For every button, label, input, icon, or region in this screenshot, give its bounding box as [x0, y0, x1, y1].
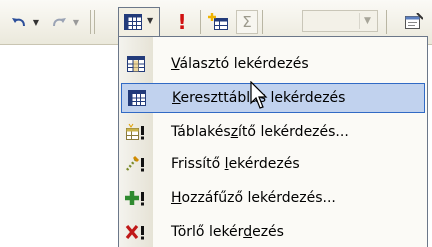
exclamation-icon: ! [177, 10, 187, 34]
select-query-icon [121, 49, 151, 79]
update-query-icon [121, 149, 151, 179]
top-values-combo[interactable]: ▼ [302, 10, 378, 32]
redo-icon [53, 18, 66, 27]
properties-icon [405, 13, 423, 29]
redo-button[interactable] [48, 12, 70, 32]
crosstab-grid-icon [124, 14, 142, 30]
toolbar-separator [90, 10, 91, 34]
mouse-pointer-icon [250, 81, 268, 109]
undo-button[interactable] [8, 12, 30, 32]
redo-dropdown-button[interactable]: ▼ [70, 12, 82, 32]
menu-item-update-query[interactable]: Frissítő lekérdezés [121, 149, 425, 179]
toolbar-separator [94, 10, 95, 34]
chevron-down-icon: ▼ [72, 17, 80, 27]
menu-item-label: Választó lekérdezés [171, 56, 309, 72]
toolbar-separator [200, 10, 201, 34]
show-table-button[interactable] [206, 10, 232, 34]
delete-query-icon [121, 217, 151, 247]
append-query-icon [121, 183, 151, 213]
menu-item-label: Hozzáfűző lekérdezés... [171, 190, 336, 206]
menu-item-delete-query[interactable]: Törlő lekérdezés [121, 217, 425, 247]
sigma-icon: Σ [242, 13, 252, 31]
chevron-down-icon: ▼ [364, 16, 371, 26]
menu-item-label: Frissítő lekérdezés [171, 156, 300, 172]
add-table-icon [208, 13, 228, 30]
chevron-down-icon: ▼ [32, 17, 40, 27]
undo-dropdown-button[interactable]: ▼ [30, 12, 42, 32]
menu-item-crosstab-query[interactable]: Kereszttáblás lekérdezés [121, 83, 425, 113]
totals-button[interactable]: Σ [236, 10, 258, 34]
combo-dropdown-button[interactable]: ▼ [359, 13, 375, 29]
run-button[interactable]: ! [172, 10, 192, 34]
toolbar-separator [386, 10, 387, 34]
chevron-down-icon: ▼ [147, 16, 154, 25]
crosstab-query-icon [122, 83, 152, 113]
undo-icon [12, 18, 25, 27]
query-type-button[interactable]: ▼ [118, 7, 160, 36]
menu-item-label: Táblakészítő lekérdezés... [171, 124, 349, 140]
menu-item-append-query[interactable]: Hozzáfűző lekérdezés... [121, 183, 425, 213]
query-type-menu: Választó lekérdezés Kereszttáblás lekérd… [118, 36, 428, 247]
menu-item-select-query[interactable]: Választó lekérdezés [121, 49, 425, 79]
menu-item-label: Törlő lekérdezés [171, 224, 284, 240]
make-table-query-icon [121, 117, 151, 147]
menu-item-make-table-query[interactable]: Táblakészítő lekérdezés... [121, 117, 425, 147]
properties-button[interactable] [400, 10, 426, 34]
toolbar-separator [262, 10, 263, 34]
